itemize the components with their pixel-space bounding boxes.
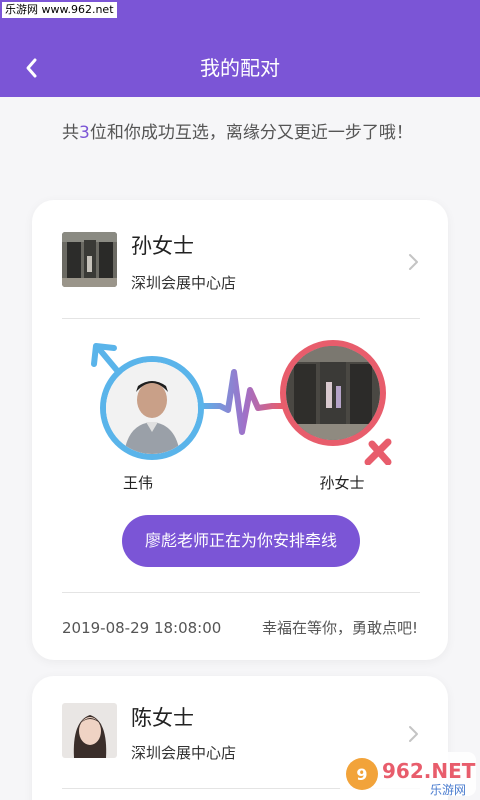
svg-text:9: 9	[356, 765, 367, 784]
status-bar: 乐游网 www.962.net	[0, 0, 480, 26]
app-header: 乐游网 www.962.net 我的配对	[0, 0, 480, 97]
store-name: 深圳会展中心店	[131, 274, 237, 292]
logo-icon: 9 962.NET 乐游网	[340, 752, 476, 797]
summary-prefix: 共	[62, 123, 79, 143]
site-watermark-label: 乐游网 www.962.net	[2, 2, 117, 18]
match-count: 3	[79, 123, 90, 143]
match-graphic	[82, 340, 402, 466]
match-date: 2019-08-29 18:08:00	[62, 619, 222, 637]
page-title: 我的配对	[200, 56, 280, 80]
male-photo	[100, 356, 204, 460]
match-card[interactable]: 孙女士 深圳会展中心店 王伟 孙女士 廖彪老师正在为你安排牵线 2019-08-…	[32, 200, 448, 660]
matchmaker-status-button[interactable]: 廖彪老师正在为你安排牵线	[122, 515, 360, 567]
match-summary: 共3位和你成功互选，离缘分又更近一步了哦！	[62, 120, 442, 146]
match-name: 陈女士	[131, 706, 194, 730]
female-name: 孙女士	[319, 474, 365, 492]
avatar	[62, 232, 117, 287]
male-name: 王伟	[122, 474, 153, 492]
encouragement-text: 幸福在等你，勇敢点吧!	[261, 619, 418, 637]
divider	[62, 318, 420, 319]
chevron-right-icon[interactable]	[404, 722, 424, 746]
store-name: 深圳会展中心店	[131, 744, 237, 762]
svg-text:962.NET: 962.NET	[382, 759, 476, 783]
chevron-right-icon[interactable]	[404, 250, 424, 274]
female-photo	[280, 340, 386, 446]
summary-suffix: 位和你成功互选，离缘分又更近一步了哦！	[89, 123, 413, 143]
match-name: 孙女士	[131, 234, 194, 258]
svg-text:乐游网: 乐游网	[430, 783, 466, 797]
avatar	[62, 703, 117, 758]
site-logo-watermark: 9 962.NET 乐游网	[338, 748, 478, 798]
divider	[62, 592, 420, 593]
